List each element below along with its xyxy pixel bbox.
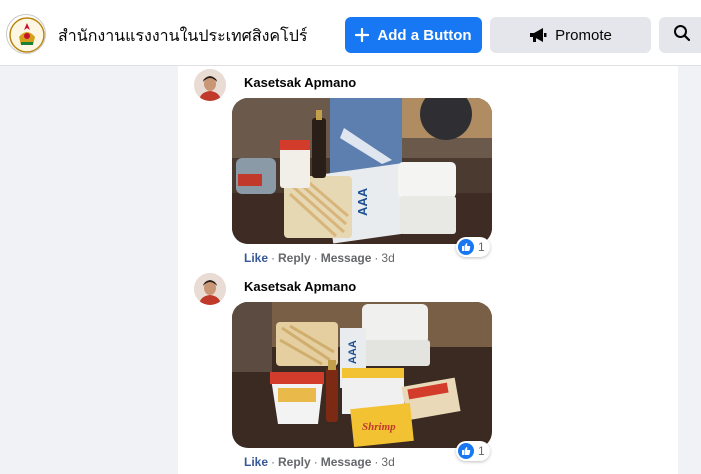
svg-text:AAA: AAA bbox=[347, 340, 359, 364]
page-header: สำนักงานแรงงานในประเทศสิงคโปร์ Add a But… bbox=[0, 0, 701, 66]
avatar[interactable] bbox=[194, 69, 226, 101]
comment-author[interactable]: Kasetsak Apmano bbox=[244, 75, 356, 90]
comment-actions: Like · Reply · Message · 3d bbox=[244, 251, 395, 265]
add-a-button-label: Add a Button bbox=[377, 26, 472, 44]
promote-label: Promote bbox=[555, 26, 612, 44]
comment-photo[interactable]: AAA bbox=[232, 98, 492, 244]
page-logo[interactable] bbox=[6, 14, 46, 54]
like-link[interactable]: Like bbox=[244, 455, 268, 469]
reply-link[interactable]: Reply bbox=[278, 455, 311, 469]
separator: · bbox=[271, 455, 276, 469]
comment-timestamp[interactable]: 3d bbox=[381, 251, 394, 265]
comment-timestamp[interactable]: 3d bbox=[381, 455, 394, 469]
reaction-count: 1 bbox=[478, 444, 485, 458]
comment-photo[interactable]: AAA Shrimp bbox=[232, 302, 492, 448]
reply-link[interactable]: Reply bbox=[278, 251, 311, 265]
message-link[interactable]: Message bbox=[321, 251, 372, 265]
separator: · bbox=[313, 455, 318, 469]
reaction-count-badge[interactable]: 1 bbox=[456, 237, 490, 257]
comment-actions: Like · Reply · Message · 3d bbox=[244, 455, 395, 469]
thumbs-up-icon bbox=[458, 239, 474, 255]
page-title[interactable]: สำนักงานแรงงานในประเทศสิงคโปร์ bbox=[58, 24, 307, 49]
separator: · bbox=[374, 455, 379, 469]
like-link[interactable]: Like bbox=[244, 251, 268, 265]
search-icon bbox=[673, 24, 691, 46]
search-button[interactable] bbox=[659, 17, 701, 53]
add-a-button-button[interactable]: Add a Button bbox=[345, 17, 482, 53]
megaphone-icon bbox=[529, 27, 547, 43]
comment-author[interactable]: Kasetsak Apmano bbox=[244, 279, 356, 294]
separator: · bbox=[313, 251, 318, 265]
reaction-count: 1 bbox=[478, 240, 485, 254]
promote-button[interactable]: Promote bbox=[490, 17, 651, 53]
svg-text:AAA: AAA bbox=[355, 187, 370, 216]
svg-text:Shrimp: Shrimp bbox=[362, 421, 396, 433]
separator: · bbox=[271, 251, 276, 265]
avatar[interactable] bbox=[194, 273, 226, 305]
plus-icon bbox=[355, 28, 370, 42]
message-link[interactable]: Message bbox=[321, 455, 372, 469]
comments-panel: Kasetsak Apmano AAA Like · Reply · Messa… bbox=[178, 66, 678, 474]
reaction-count-badge[interactable]: 1 bbox=[456, 441, 490, 461]
separator: · bbox=[374, 251, 379, 265]
thumbs-up-icon bbox=[458, 443, 474, 459]
